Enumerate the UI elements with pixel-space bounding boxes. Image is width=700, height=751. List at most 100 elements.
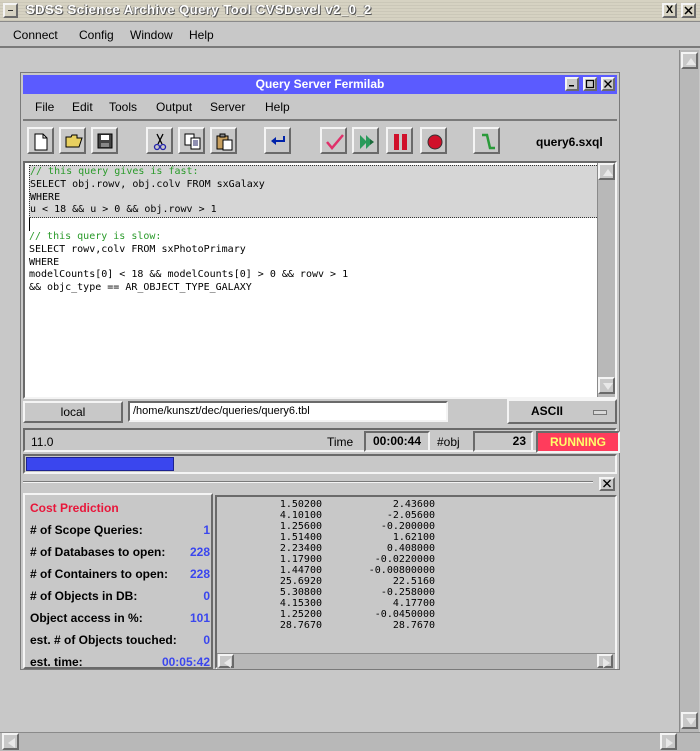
close-button[interactable] (681, 3, 696, 18)
menu-window[interactable]: Window (130, 28, 173, 42)
stop-button[interactable] (420, 127, 447, 154)
open-folder-icon (65, 134, 83, 148)
output-format-label: ASCII (531, 404, 564, 418)
output-format-select[interactable]: ASCII (507, 399, 617, 424)
result-cell: 1.50200 (279, 499, 322, 510)
query-window-title-bar: Query Server Fermilab (23, 75, 617, 94)
cost-row: # of Containers to open: 228 (30, 567, 210, 581)
cost-label: Object access in %: (30, 611, 143, 625)
editor-scroll-up[interactable] (598, 163, 615, 180)
query-window: Query Server Fermilab File Edit Tools Ou… (20, 72, 620, 670)
scroll-left-button[interactable] (2, 733, 19, 750)
menu-edit[interactable]: Edit (72, 100, 93, 114)
save-button[interactable] (91, 127, 118, 154)
query-maximize-button[interactable] (583, 77, 597, 91)
cost-value: 00:05:42 (161, 655, 210, 669)
main-horizontal-scrollbar[interactable] (0, 732, 700, 751)
menu-file[interactable]: File (35, 100, 54, 114)
results-table[interactable]: 1.50200 2.43600 4.10100 -2.05600 1.25600 -0.2… (217, 497, 615, 653)
status-value: 11.0 (31, 435, 54, 449)
minimize-button[interactable]: X (662, 3, 677, 18)
menu-help[interactable]: Help (265, 100, 290, 114)
separator-line (23, 481, 593, 483)
obj-count-value: 23 (473, 431, 533, 452)
query-editor-text[interactable]: // this query gives is fast: SELECT obj.… (27, 165, 601, 397)
output-mode-button[interactable]: local (23, 401, 123, 423)
arrow-up-icon (603, 169, 613, 176)
cost-label: est. # of Objects touched: (30, 633, 177, 647)
menu-server[interactable]: Server (210, 100, 245, 114)
main-vertical-scrollbar[interactable] (679, 50, 699, 732)
results-scroll-right[interactable] (597, 654, 613, 668)
menu-tools[interactable]: Tools (109, 100, 137, 114)
copy-button[interactable] (178, 127, 205, 154)
window-menu-button[interactable] (3, 3, 18, 18)
status-row: 11.0 Time 00:00:44 #obj 23 RUNNING (23, 428, 620, 453)
editor-vertical-scrollbar[interactable] (597, 163, 615, 397)
result-cell: -0.00800000 (368, 565, 435, 576)
result-row: 1.51400 1.62100 (217, 532, 615, 543)
result-cell: 1.62100 (392, 532, 435, 543)
query-editor[interactable]: // this query gives is fast: SELECT obj.… (23, 161, 617, 399)
results-panel: 1.50200 2.43600 4.10100 -2.05600 1.25600 -0.2… (215, 495, 617, 669)
query-close-button[interactable] (601, 77, 615, 91)
cost-label: # of Objects in DB: (30, 589, 138, 603)
results-scroll-left[interactable] (218, 654, 234, 668)
arrow-down-icon (603, 383, 613, 390)
cost-value: 228 (189, 545, 210, 559)
cut-button[interactable] (146, 127, 173, 154)
result-row: 1.17900 -0.0220000 (217, 554, 615, 565)
arrow-up-icon (686, 58, 696, 65)
result-row: 2.23400 0.408000 (217, 543, 615, 554)
menu-config[interactable]: Config (79, 28, 114, 42)
menu-output[interactable]: Output (156, 100, 192, 114)
scroll-up-button[interactable] (681, 52, 698, 69)
cut-icon (153, 133, 167, 151)
panel-close-button[interactable] (599, 477, 615, 491)
swap-icon (271, 136, 285, 145)
query-file-name: query6.sxql (536, 135, 603, 149)
app-menubar: Connect Config Window Help (0, 23, 700, 48)
open-button[interactable] (59, 127, 86, 154)
cost-row: est. # of Objects touched: 0 (30, 633, 210, 647)
result-row: 28.7670 28.7670 (217, 620, 615, 631)
cost-prediction-title: Cost Prediction (30, 501, 119, 515)
new-button[interactable] (27, 127, 54, 154)
query-toolbar: query6.sxql (23, 125, 617, 159)
result-cell: 25.6920 (279, 576, 322, 587)
scroll-right-button[interactable] (660, 733, 677, 750)
cost-value: 0 (203, 633, 210, 647)
scroll-down-button[interactable] (681, 712, 698, 729)
result-row: 25.6920 22.5160 (217, 576, 615, 587)
paste-button[interactable] (210, 127, 237, 154)
check-button[interactable] (320, 127, 347, 154)
result-row: 1.25200 -0.0450000 (217, 609, 615, 620)
query-minimize-button[interactable] (565, 77, 579, 91)
result-cell: 2.23400 (279, 543, 322, 554)
editor-line: SELECT rowv,colv FROM sxPhotoPrimary (29, 243, 246, 255)
maximize-icon (585, 79, 595, 89)
cost-value: 101 (189, 611, 210, 625)
result-cell: 4.10100 (279, 510, 322, 521)
output-path-field[interactable]: /home/kunszt/dec/queries/query6.tbl (128, 401, 448, 422)
editor-line: u < 18 && u > 0 && obj.rowv > 1 (30, 204, 217, 216)
result-cell: 2.43600 (392, 499, 435, 510)
selected-query-block[interactable]: // this query gives is fast: SELECT obj.… (29, 165, 601, 219)
paste-icon (216, 133, 233, 151)
cost-label: est. time: (30, 655, 83, 669)
editor-scroll-down[interactable] (598, 377, 615, 394)
cost-label: # of Containers to open: (30, 567, 168, 581)
menu-connect[interactable]: Connect (13, 28, 58, 42)
pause-button[interactable] (386, 127, 413, 154)
arrow-right-icon (666, 738, 673, 748)
result-cell: 1.51400 (279, 532, 322, 543)
step-button[interactable] (473, 127, 500, 154)
swap-button[interactable] (264, 127, 291, 154)
panel-separator[interactable] (23, 477, 617, 491)
run-button[interactable] (352, 127, 379, 154)
result-row: 4.15300 4.17700 (217, 598, 615, 609)
results-horizontal-scrollbar[interactable] (217, 653, 615, 669)
menu-help[interactable]: Help (189, 28, 214, 42)
progress-fill (26, 457, 174, 471)
editor-line: modelCounts[0] < 18 && modelCounts[0] > … (29, 269, 349, 281)
